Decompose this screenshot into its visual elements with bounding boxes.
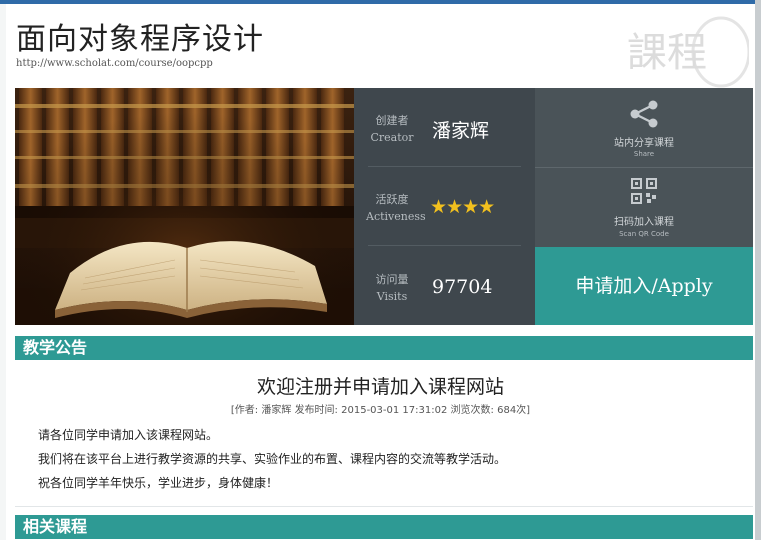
meta-views-label: 浏览次数: xyxy=(450,405,494,416)
creator-label: 创建者 Creator xyxy=(366,112,418,146)
announcement-title[interactable]: 欢迎注册并申请加入课程网站 xyxy=(6,372,755,399)
creator-label-cn: 创建者 xyxy=(375,114,409,127)
activeness-label-cn: 活跃度 xyxy=(375,193,409,206)
activeness-label-en: Activeness xyxy=(366,210,426,223)
announcements-header: 教学公告 xyxy=(15,336,753,360)
meta-prefix: [作者: xyxy=(230,405,259,416)
course-title: 面向对象程序设计 xyxy=(16,22,264,57)
logo-watermark-svg: 課程 xyxy=(627,16,751,88)
qr-code-icon xyxy=(631,178,657,204)
visits-label-cn: 访问量 xyxy=(375,273,409,286)
creator-name[interactable]: 潘家辉 xyxy=(432,116,489,143)
course-cover-image xyxy=(15,88,354,325)
scholat-course-logo: 課程 xyxy=(609,8,751,90)
qr-sublabel: Scan QR Code xyxy=(619,230,669,238)
activeness-stars: ★★★★ xyxy=(430,196,495,218)
course-hero: 创建者 Creator 潘家辉 活跃度 Activeness ★★★★ 访问量 … xyxy=(15,88,753,325)
meta-author[interactable]: 潘家辉 xyxy=(261,405,291,416)
share-course-button[interactable]: 站内分享课程 Share xyxy=(535,88,753,167)
course-page: 面向对象程序设计 http://www.scholat.com/course/o… xyxy=(6,4,755,540)
section-divider xyxy=(15,506,753,507)
course-action-panel: 站内分享课程 Share 扫码加入课程 Scan QR Code 申请加入/Ap… xyxy=(535,88,753,325)
open-book-library-illustration xyxy=(15,88,354,325)
related-courses-header: 相关课程 xyxy=(15,515,753,539)
apply-join-button[interactable]: 申请加入/Apply xyxy=(535,247,753,325)
meta-views: 684次] xyxy=(497,405,531,416)
qr-join-button[interactable]: 扫码加入课程 Scan QR Code xyxy=(535,168,753,247)
meta-time: 2015-03-01 17:31:02 xyxy=(341,405,448,416)
visits-label: 访问量 Visits xyxy=(366,271,418,305)
visits-label-en: Visits xyxy=(376,290,408,303)
share-label: 站内分享课程 xyxy=(614,138,674,149)
course-info-panel: 创建者 Creator 潘家辉 活跃度 Activeness ★★★★ 访问量 … xyxy=(354,88,535,325)
visits-row: 访问量 Visits 97704 xyxy=(354,246,535,325)
announcement-body-line: 请各位同学申请加入该课程网站。 xyxy=(38,428,219,442)
visits-count: 97704 xyxy=(432,276,493,298)
creator-row: 创建者 Creator 潘家辉 xyxy=(354,88,535,167)
share-sublabel: Share xyxy=(633,150,655,158)
logo-text: 課程 xyxy=(627,30,707,76)
activeness-row: 活跃度 Activeness ★★★★ xyxy=(354,167,535,246)
activeness-label: 活跃度 Activeness xyxy=(366,191,426,225)
scrollbar[interactable] xyxy=(755,0,761,540)
meta-time-label: 发布时间: xyxy=(294,405,338,416)
course-url[interactable]: http://www.scholat.com/course/oopcpp xyxy=(16,58,213,69)
announcement-meta: [作者: 潘家辉 发布时间: 2015-03-01 17:31:02 浏览次数:… xyxy=(6,401,755,416)
announcement-body-line: 我们将在该平台上进行教学资源的共享、实验作业的布置、课程内容的交流等教学活动。 xyxy=(38,452,507,466)
announcement-body-line: 祝各位同学羊年快乐，学业进步，身体健康！ xyxy=(38,476,279,490)
creator-label-en: Creator xyxy=(370,131,414,144)
qr-label: 扫码加入课程 xyxy=(614,217,674,228)
share-icon xyxy=(630,100,658,128)
